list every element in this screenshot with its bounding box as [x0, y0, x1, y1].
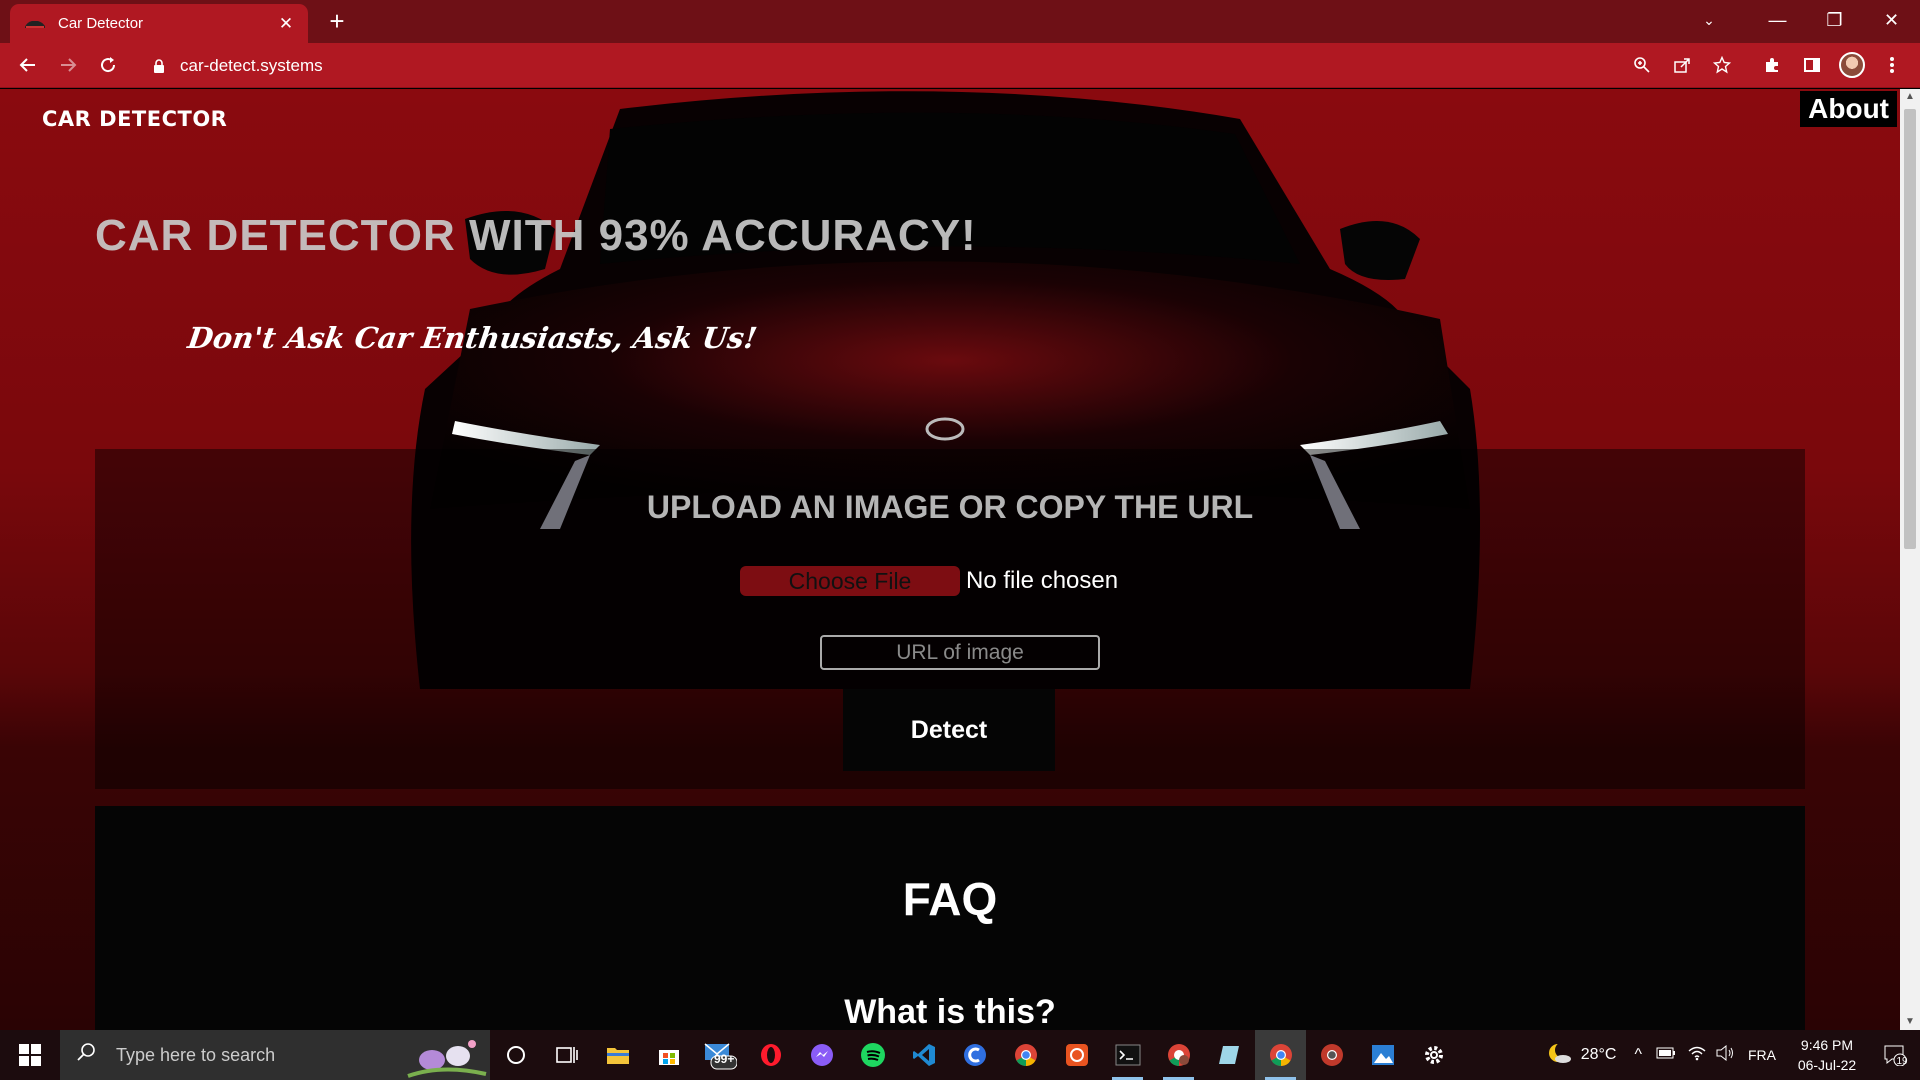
- search-icon: [76, 1042, 102, 1068]
- menu-kebab-icon[interactable]: [1872, 56, 1912, 74]
- car-favicon-icon: [25, 20, 45, 28]
- search-placeholder: Type here to search: [116, 1044, 276, 1065]
- chrome-active-icon[interactable]: [1255, 1030, 1306, 1080]
- extensions-puzzle-icon[interactable]: [1752, 56, 1792, 74]
- upload-title: UPLOAD AN IMAGE OR COPY THE URL: [646, 489, 1254, 525]
- tray-chevron-up-icon[interactable]: ^: [1634, 1046, 1642, 1064]
- restore-button[interactable]: ❐: [1806, 0, 1863, 40]
- vscode-icon[interactable]: [898, 1030, 949, 1080]
- ubuntu-icon[interactable]: [1051, 1030, 1102, 1080]
- detect-button[interactable]: Detect: [843, 689, 1055, 771]
- mail-icon[interactable]: 99+: [694, 1030, 745, 1080]
- search-highlight-birds-icon: [407, 1040, 487, 1078]
- notification-center-icon[interactable]: 19: [1870, 1044, 1920, 1067]
- url-text: car-detect.systems: [180, 56, 323, 75]
- close-window-button[interactable]: ✕: [1863, 0, 1920, 40]
- cortex-c-icon[interactable]: [949, 1030, 1000, 1080]
- browser-tab-strip: Car Detector ✕ + ⌄ — ❐ ✕: [0, 0, 1920, 43]
- zoom-icon[interactable]: [1622, 56, 1662, 74]
- page-scrollbar[interactable]: ▲ ▼: [1900, 89, 1920, 1030]
- system-tray: 28°C ^ FRA 9:46 PM 06-Jul-22 19: [1547, 1030, 1920, 1080]
- battery-icon[interactable]: [1656, 1046, 1676, 1064]
- bookmark-star-icon[interactable]: [1702, 56, 1742, 74]
- opera-icon[interactable]: [745, 1030, 796, 1080]
- faq-title: FAQ: [902, 873, 998, 925]
- scroll-down-arrow-icon[interactable]: ▼: [1900, 1014, 1920, 1030]
- clock-date: 06-Jul-22: [1797, 1057, 1857, 1073]
- reload-icon[interactable]: [88, 47, 128, 83]
- windows-taskbar: Type here to search 99+ 28°C ^ FRA 9:46 …: [0, 1030, 1920, 1080]
- file-status-text: No file chosen: [966, 567, 1119, 594]
- choose-file-button[interactable]: Choose File: [740, 566, 960, 596]
- new-tab-button[interactable]: +: [322, 6, 352, 36]
- faq-section: FAQ What is this?: [95, 806, 1805, 1030]
- messenger-icon[interactable]: [796, 1030, 847, 1080]
- notes-app-icon[interactable]: [1204, 1030, 1255, 1080]
- terminal-icon[interactable]: [1102, 1030, 1153, 1080]
- notification-count: 19: [1896, 1055, 1908, 1067]
- address-bar[interactable]: car-detect.systems: [140, 49, 1680, 83]
- browser-tab[interactable]: Car Detector ✕: [10, 4, 308, 43]
- volume-icon[interactable]: [1716, 1044, 1734, 1066]
- clock-time: 9:46 PM: [1800, 1037, 1854, 1053]
- microsoft-store-icon[interactable]: [643, 1030, 694, 1080]
- cortana-icon[interactable]: [490, 1030, 541, 1080]
- windows-start-icon[interactable]: [0, 1030, 60, 1080]
- scroll-up-arrow-icon[interactable]: ▲: [1900, 89, 1920, 105]
- task-view-icon[interactable]: [541, 1030, 592, 1080]
- window-controls: ⌄ — ❐ ✕: [1689, 0, 1920, 40]
- site-logo[interactable]: CAR DETECTOR: [42, 107, 227, 131]
- page-viewport: CAR DETECTOR About CAR DETECTOR WITH 93%…: [0, 89, 1900, 1030]
- settings-gear-icon[interactable]: [1408, 1030, 1459, 1080]
- tab-close-icon[interactable]: ✕: [276, 14, 296, 34]
- forward-arrow-icon[interactable]: [48, 47, 88, 83]
- wifi-icon[interactable]: [1688, 1045, 1706, 1066]
- taskbar-clock[interactable]: 9:46 PM 06-Jul-22: [1784, 1035, 1870, 1075]
- weather-moon-icon[interactable]: [1547, 1040, 1573, 1071]
- lock-icon: [154, 59, 164, 73]
- spotify-icon[interactable]: [847, 1030, 898, 1080]
- profile-avatar[interactable]: [1839, 52, 1865, 78]
- taskbar-search-box[interactable]: Type here to search: [60, 1030, 490, 1080]
- scroll-thumb[interactable]: [1904, 109, 1916, 549]
- about-link[interactable]: About: [1800, 91, 1897, 127]
- mail-badge: 99+: [714, 1052, 735, 1066]
- side-panel-icon[interactable]: [1792, 56, 1832, 74]
- weather-temperature[interactable]: 28°C: [1581, 1046, 1617, 1064]
- browser-toolbar: car-detect.systems: [0, 43, 1920, 88]
- hero-title: CAR DETECTOR WITH 93% ACCURACY!: [95, 211, 977, 260]
- tagline: Don't Ask Car Enthusiasts, Ask Us!: [185, 321, 760, 355]
- tab-title: Car Detector: [58, 15, 144, 32]
- upload-section: UPLOAD AN IMAGE OR COPY THE URL Choose F…: [95, 449, 1805, 789]
- file-explorer-icon[interactable]: [592, 1030, 643, 1080]
- photos-icon[interactable]: [1357, 1030, 1408, 1080]
- input-language[interactable]: FRA: [1748, 1047, 1776, 1063]
- image-url-input[interactable]: [820, 635, 1100, 670]
- faq-question: What is this?: [844, 993, 1056, 1030]
- minimize-button[interactable]: —: [1749, 0, 1806, 40]
- toolbar-right-icons: [1622, 47, 1912, 83]
- file-input: Choose File No file chosen: [740, 566, 1118, 596]
- back-arrow-icon[interactable]: [8, 47, 48, 83]
- chrome-icon[interactable]: [1000, 1030, 1051, 1080]
- tab-search-dropdown-icon[interactable]: ⌄: [1689, 0, 1729, 40]
- chrome-profile-icon[interactable]: [1153, 1030, 1204, 1080]
- chrome-canary-icon[interactable]: [1306, 1030, 1357, 1080]
- share-icon[interactable]: [1662, 56, 1702, 74]
